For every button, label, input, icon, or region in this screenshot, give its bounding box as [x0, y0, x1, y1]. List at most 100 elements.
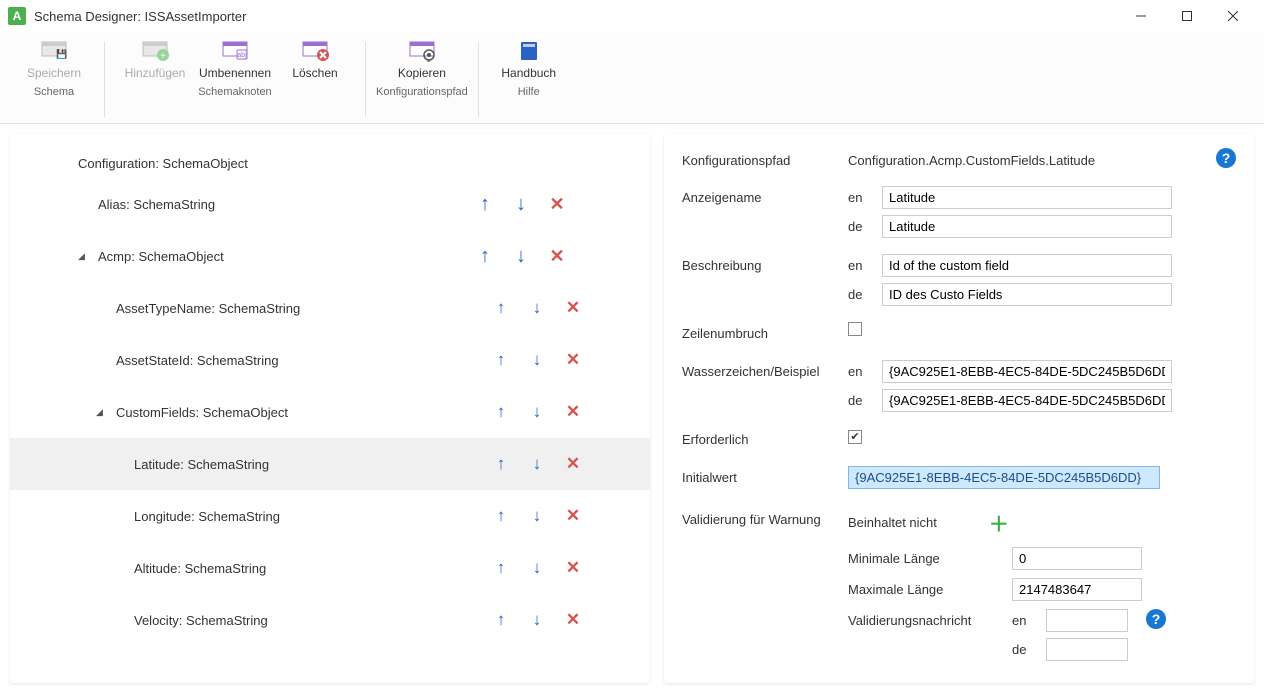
delete-icon[interactable]: ✕	[564, 403, 582, 421]
manual-button[interactable]: Handbuch	[489, 36, 569, 84]
ribbon-separator	[478, 42, 479, 117]
tree-item-label: AssetStateId: SchemaString	[116, 353, 279, 368]
move-up-icon[interactable]: ↑	[492, 403, 510, 421]
move-down-icon[interactable]: ↓	[528, 403, 546, 421]
move-down-icon[interactable]: ↓	[528, 507, 546, 525]
move-up-icon[interactable]: ↑	[476, 247, 494, 265]
description-de-input[interactable]	[882, 283, 1172, 306]
delete-icon[interactable]: ✕	[548, 247, 566, 265]
ribbon-separator	[104, 42, 105, 117]
description-en-input[interactable]	[882, 254, 1172, 277]
min-length-input[interactable]	[1012, 547, 1142, 570]
tree-item[interactable]: Latitude: SchemaString ↑ ↓ ✕	[10, 438, 650, 490]
delete-icon[interactable]: ✕	[564, 351, 582, 369]
tree-item[interactable]: AssetStateId: SchemaString ↑ ↓ ✕	[10, 334, 650, 386]
lang-de: de	[848, 393, 868, 408]
ribbon-group-nodes: + Hinzufügen ab| Umbenennen Löschen Sche…	[111, 36, 359, 123]
close-button[interactable]	[1210, 0, 1256, 32]
lang-en: en	[848, 258, 868, 273]
validation-msg-label: Validierungsnachricht	[848, 609, 1012, 628]
tree-item[interactable]: ◢ CustomFields: SchemaObject ↑ ↓ ✕	[10, 386, 650, 438]
move-up-icon[interactable]: ↑	[492, 559, 510, 577]
move-down-icon[interactable]: ↓	[528, 559, 546, 577]
tree-item[interactable]: Configuration: SchemaObject	[10, 142, 650, 178]
move-up-icon[interactable]: ↑	[492, 299, 510, 317]
schema-tree-panel: Configuration: SchemaObjectAlias: Schema…	[10, 134, 650, 683]
tree-item[interactable]: Alias: SchemaString↑↓✕	[10, 178, 650, 230]
add-validation-icon[interactable]: ＋	[989, 508, 1009, 537]
delete-icon[interactable]: ✕	[564, 559, 582, 577]
help-icon[interactable]: ?	[1216, 148, 1236, 168]
watermark-en-input[interactable]	[882, 360, 1172, 383]
required-label: Erforderlich	[682, 428, 848, 447]
delete-icon[interactable]: ✕	[564, 299, 582, 317]
tree-item-label: CustomFields: SchemaObject	[116, 405, 288, 420]
tree-item[interactable]: AssetTypeName: SchemaString↑↓✕	[10, 282, 650, 334]
config-path-label: Konfigurationspfad	[682, 149, 848, 168]
delete-button[interactable]: Löschen	[275, 36, 355, 84]
config-path-value: Configuration.Acmp.CustomFields.Latitude	[848, 149, 1216, 168]
move-down-icon[interactable]: ↓	[528, 611, 546, 629]
ribbon-group-help: Handbuch Hilfe	[485, 36, 573, 123]
tree-item-actions: ↑ ↓ ✕	[492, 299, 582, 317]
tree-item-actions: ↑ ↓ ✕	[492, 403, 582, 421]
tree-item[interactable]: Altitude: SchemaString ↑ ↓ ✕	[10, 542, 650, 594]
tree-item-actions: ↑ ↓ ✕	[492, 455, 582, 473]
move-down-icon[interactable]: ↓	[512, 195, 530, 213]
move-down-icon[interactable]: ↓	[512, 247, 530, 265]
displayname-de-input[interactable]	[882, 215, 1172, 238]
tree-item[interactable]: ◢Acmp: SchemaObject↑↓✕	[10, 230, 650, 282]
validation-warn-label: Validierung für Warnung	[682, 508, 848, 527]
tree-item-actions: ↑ ↓ ✕	[476, 247, 566, 265]
rename-button[interactable]: ab| Umbenennen	[195, 36, 275, 84]
group-label-help: Hilfe	[518, 84, 540, 102]
move-down-icon[interactable]: ↓	[528, 299, 546, 317]
tree-item-label: Latitude: SchemaString	[134, 457, 269, 472]
move-up-icon[interactable]: ↑	[476, 195, 494, 213]
delete-icon[interactable]: ✕	[564, 507, 582, 525]
wrap-checkbox[interactable]	[848, 322, 862, 336]
displayname-en-input[interactable]	[882, 186, 1172, 209]
tree-item-actions: ↑ ↓ ✕	[492, 559, 582, 577]
watermark-label: Wasserzeichen/Beispiel	[682, 360, 848, 379]
initial-value-input[interactable]	[848, 466, 1160, 489]
tree-item-label: Altitude: SchemaString	[134, 561, 266, 576]
watermark-de-input[interactable]	[882, 389, 1172, 412]
delete-icon	[301, 40, 329, 62]
save-icon: 💾	[40, 40, 68, 62]
ribbon-separator	[365, 42, 366, 117]
move-up-icon[interactable]: ↑	[492, 455, 510, 473]
copy-button[interactable]: Kopieren	[380, 36, 464, 84]
tree-toggle-icon[interactable]: ◢	[96, 407, 108, 418]
move-down-icon[interactable]: ↓	[528, 351, 546, 369]
validation-msg-de-input[interactable]	[1046, 638, 1128, 661]
save-button[interactable]: 💾 Speichern	[14, 36, 94, 84]
move-up-icon[interactable]: ↑	[492, 351, 510, 369]
delete-icon[interactable]: ✕	[564, 611, 582, 629]
svg-text:💾: 💾	[56, 48, 67, 59]
wrap-label: Zeilenumbruch	[682, 322, 848, 341]
delete-icon[interactable]: ✕	[564, 455, 582, 473]
tree-item[interactable]: Longitude: SchemaString↑↓✕	[10, 490, 650, 542]
titlebar: A Schema Designer: ISSAssetImporter	[0, 0, 1264, 32]
validation-msg-en-input[interactable]	[1046, 609, 1128, 632]
validation-warn-value: Beinhaltet nicht	[848, 515, 937, 530]
minimize-button[interactable]	[1118, 0, 1164, 32]
max-length-input[interactable]	[1012, 578, 1142, 601]
add-button[interactable]: + Hinzufügen	[115, 36, 195, 84]
required-checkbox[interactable]: ✔	[848, 430, 862, 444]
move-up-icon[interactable]: ↑	[492, 611, 510, 629]
copy-icon	[408, 40, 436, 62]
tree-item[interactable]: Velocity: SchemaString↑↓✕	[10, 594, 650, 646]
rename-label: Umbenennen	[199, 66, 271, 80]
lang-de: de	[848, 219, 868, 234]
window-title: Schema Designer: ISSAssetImporter	[34, 9, 1118, 24]
maximize-button[interactable]	[1164, 0, 1210, 32]
help-icon[interactable]: ?	[1146, 609, 1166, 629]
tree-toggle-icon[interactable]: ◢	[78, 251, 90, 262]
app-icon: A	[8, 7, 26, 25]
delete-label: Löschen	[292, 66, 337, 80]
move-up-icon[interactable]: ↑	[492, 507, 510, 525]
delete-icon[interactable]: ✕	[548, 195, 566, 213]
move-down-icon[interactable]: ↓	[528, 455, 546, 473]
